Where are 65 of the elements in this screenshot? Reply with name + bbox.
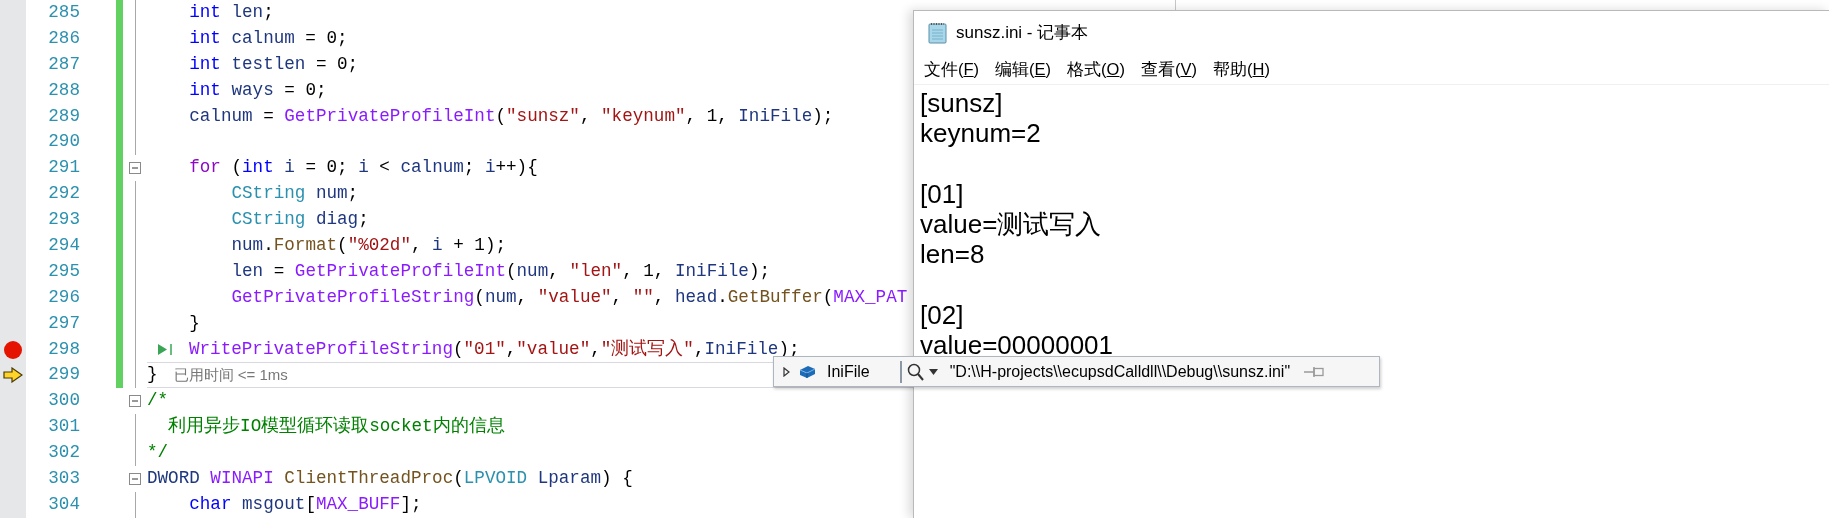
menu-item[interactable]: 文件(F) xyxy=(919,57,985,82)
code-line: int ways = 0; xyxy=(188,78,327,102)
line-number: 299 xyxy=(47,363,80,387)
line-number: 293 xyxy=(47,208,80,232)
code-line: GetPrivateProfileString(num, "value", "", head.GetBuffer(MAX_PAT xyxy=(230,285,908,309)
code-line: calnum = GetPrivateProfileInt("sunsz", "keynum", 1, IniFile); xyxy=(188,104,834,128)
line-number: 297 xyxy=(47,311,80,335)
code-line: for (int i = 0; i < calnum; i++){ xyxy=(188,156,538,180)
code-line: int calnum = 0; xyxy=(188,26,348,50)
code-line: CString diag; xyxy=(230,208,369,232)
menu-item[interactable]: 格式(O) xyxy=(1062,57,1130,82)
line-number: 295 xyxy=(47,259,80,283)
code-line: int testlen = 0; xyxy=(188,52,359,76)
collapse-icon[interactable] xyxy=(129,395,141,408)
code-line: 利用异步IO模型循环读取socket内的信息 xyxy=(167,415,505,439)
menu-item[interactable]: 帮助(H) xyxy=(1207,57,1275,82)
code-line: } xyxy=(147,363,158,387)
line-number: 288 xyxy=(47,78,80,102)
notepad-icon xyxy=(928,22,948,44)
breakpoint-icon[interactable] xyxy=(4,340,22,359)
line-number: 287 xyxy=(47,52,80,76)
text-line: value=测试写入 xyxy=(920,209,1102,240)
line-number: 304 xyxy=(47,492,80,516)
caret-icon[interactable] xyxy=(928,368,938,375)
line-number: 300 xyxy=(47,389,80,413)
line-number: 289 xyxy=(47,104,80,128)
expand-icon[interactable] xyxy=(783,366,790,377)
text-line: len=8 xyxy=(920,239,985,270)
cube-icon xyxy=(799,364,816,379)
run-to-click-icon[interactable] xyxy=(157,343,173,356)
code-line: num.Format("%02d", i + 1); xyxy=(230,234,507,257)
line-number: 292 xyxy=(47,182,80,206)
menu-item[interactable]: 编辑(E) xyxy=(990,57,1057,82)
variable-name: IniFile xyxy=(827,361,870,382)
pin-icon[interactable] xyxy=(1304,366,1325,377)
code-line: CString num; xyxy=(230,182,359,206)
line-number: 286 xyxy=(47,26,80,50)
text-line: [01] xyxy=(920,178,964,209)
code-line: char msgout[MAX_BUFF]; xyxy=(188,492,422,516)
line-number: 294 xyxy=(47,234,80,257)
collapse-icon[interactable] xyxy=(129,472,141,485)
code-line: */ xyxy=(147,441,169,465)
menu-item[interactable]: 查看(V) xyxy=(1135,57,1202,82)
code-line: DWORD WINAPI ClientThreadProc(LPVOID Lparam) { xyxy=(147,467,633,491)
variable-value: "D:\\H-projects\\ecupsdCalldll\\Debug\\sunsz.ini" xyxy=(949,361,1291,382)
text-line: value=00000001 xyxy=(920,330,1114,361)
line-number: 290 xyxy=(47,130,80,154)
code-line: len = GetPrivateProfileInt(num, "len", 1, IniFile); xyxy=(230,259,770,283)
perf-tip[interactable]: 已用时间 <= 1ms xyxy=(173,364,288,387)
window-title: sunsz.ini - 记事本 xyxy=(956,22,1089,45)
text-line: [02] xyxy=(920,300,964,331)
line-number: 291 xyxy=(47,156,80,180)
line-number: 302 xyxy=(47,441,80,465)
line-number: 285 xyxy=(47,1,80,24)
search-icon[interactable] xyxy=(906,362,924,381)
text-line: [sunsz] xyxy=(920,88,1003,118)
line-number: 301 xyxy=(47,415,80,439)
line-number: 303 xyxy=(47,467,80,491)
code-line: int len; xyxy=(188,1,274,24)
code-line: /* xyxy=(147,389,169,413)
collapse-icon[interactable] xyxy=(129,162,141,175)
line-number: 298 xyxy=(47,337,80,361)
line-number: 296 xyxy=(47,285,80,309)
code-line: } xyxy=(188,311,200,335)
text-line: keynum=2 xyxy=(920,118,1041,149)
